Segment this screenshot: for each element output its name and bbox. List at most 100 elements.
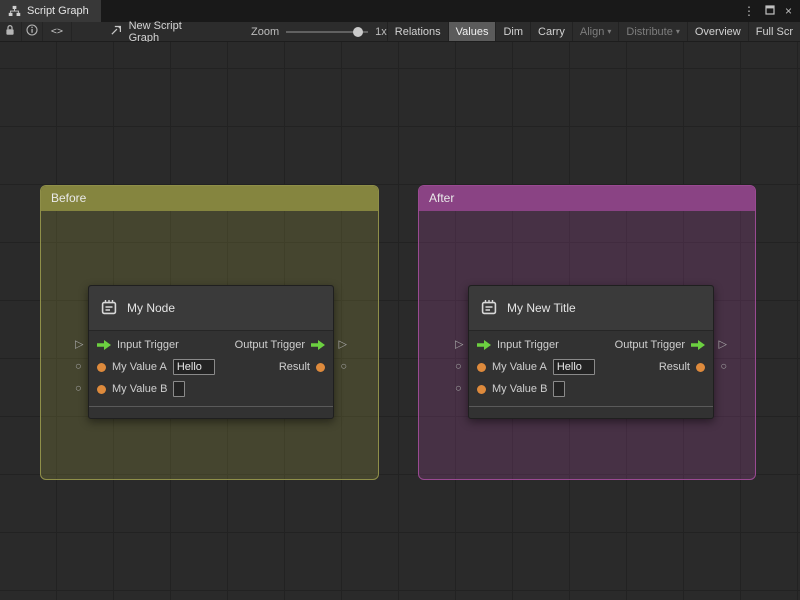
close-icon[interactable]: × (785, 5, 792, 17)
external-value-port-left[interactable]: ○ (455, 383, 462, 395)
node-title: My Node (127, 301, 176, 315)
values-label: Values (455, 25, 489, 38)
unit-icon (480, 298, 498, 319)
input-trigger-label: Input Trigger (117, 339, 179, 351)
result-label: Result (278, 361, 310, 373)
align-button[interactable]: Align ▾ (571, 22, 618, 41)
node-ports: ▷ ▷ Input Trigger Output Trigger ○ ○ My … (455, 331, 727, 406)
external-value-port-right[interactable]: ○ (340, 361, 347, 373)
zoom-control: Zoom 1x (251, 22, 387, 41)
window-controls: ⋮ × (743, 0, 800, 22)
overview-button[interactable]: Overview (686, 22, 748, 41)
group-header[interactable]: After (419, 186, 755, 211)
node-header[interactable]: My Node (89, 286, 333, 331)
zoom-slider[interactable] (286, 22, 369, 42)
toolbar-buttons: Relations Values Dim Carry Align ▾ Distr… (386, 22, 800, 41)
output-trigger-icon[interactable] (691, 340, 705, 350)
port-row-value-a: ○ ○ My Value A Result (455, 356, 727, 378)
external-value-port-left[interactable]: ○ (75, 383, 82, 395)
port-row-value-b: ○ My Value B (75, 378, 325, 400)
external-value-port-right[interactable]: ○ (720, 361, 727, 373)
values-button[interactable]: Values (447, 22, 496, 41)
output-trigger-label: Output Trigger (614, 339, 685, 351)
value-b-label: My Value B (112, 383, 168, 395)
carry-label: Carry (538, 25, 565, 38)
value-port-icon[interactable] (477, 384, 486, 394)
distribute-label: Distribute (626, 25, 673, 38)
value-a-input[interactable] (552, 359, 595, 375)
info-icon (26, 24, 38, 39)
external-trigger-port-right[interactable]: ▷ (719, 339, 727, 351)
value-port-icon[interactable] (97, 384, 106, 394)
menu-kebab-icon[interactable]: ⋮ (743, 5, 755, 17)
group-title: After (429, 191, 455, 205)
dim-label: Dim (503, 25, 524, 38)
fullscreen-label: Full Scr (755, 25, 793, 38)
result-label: Result (658, 361, 690, 373)
lock-icon (4, 24, 16, 39)
carry-button[interactable]: Carry (530, 22, 572, 41)
distribute-button[interactable]: Distribute ▾ (618, 22, 686, 41)
relations-button[interactable]: Relations (386, 22, 448, 41)
external-trigger-port-left[interactable]: ▷ (455, 339, 463, 351)
port-row-value-a: ○ ○ My Value A Result (75, 356, 347, 378)
port-row-value-b: ○ My Value B (455, 378, 705, 400)
graph-canvas[interactable]: Before My Node ▷ ▷ Input Trigger Output … (0, 42, 800, 600)
node-ports: ▷ ▷ Input Trigger Output Trigger ○ ○ My … (75, 331, 347, 406)
zoom-value: 1x (375, 25, 387, 38)
group-header[interactable]: Before (41, 186, 378, 211)
node-my-node[interactable]: My Node ▷ ▷ Input Trigger Output Trigger (75, 285, 347, 419)
external-trigger-port-right[interactable]: ▷ (339, 339, 347, 351)
graph-breadcrumb[interactable]: New Script Graph (98, 19, 209, 44)
graph-name-label: New Script Graph (128, 19, 182, 44)
value-b-input[interactable] (173, 381, 186, 397)
node-footer (89, 406, 333, 418)
output-trigger-label: Output Trigger (234, 339, 305, 351)
value-port-icon[interactable] (97, 362, 106, 372)
node-title: My New Title (507, 301, 576, 315)
external-value-port-left[interactable]: ○ (75, 361, 82, 373)
zoom-label: Zoom (251, 25, 280, 38)
group-title: Before (51, 191, 87, 205)
group-after[interactable]: After My New Title ▷ ▷ Input Trigger Out… (418, 185, 756, 480)
fullscreen-button[interactable]: Full Scr (747, 22, 800, 41)
overview-label: Overview (694, 25, 741, 38)
port-row-triggers: ▷ ▷ Input Trigger Output Trigger (75, 334, 347, 356)
external-trigger-port-left[interactable]: ▷ (75, 339, 83, 351)
tab-script-graph[interactable]: Script Graph (0, 0, 101, 22)
node-header[interactable]: My New Title (469, 286, 713, 331)
port-row-triggers: ▷ ▷ Input Trigger Output Trigger (455, 334, 727, 356)
value-b-input[interactable] (553, 381, 566, 397)
script-graph-icon (8, 5, 21, 17)
group-before[interactable]: Before My Node ▷ ▷ Input Trigger Output … (40, 185, 379, 480)
code-view-button[interactable]: <> (43, 22, 72, 41)
relations-label: Relations (394, 25, 441, 38)
output-trigger-icon[interactable] (311, 340, 325, 350)
maximize-icon[interactable] (765, 5, 775, 17)
chevron-down-icon: ▾ (675, 27, 680, 36)
unit-icon (100, 298, 118, 319)
inspector-button[interactable] (22, 22, 44, 41)
result-port-icon[interactable] (316, 362, 325, 372)
value-b-label: My Value B (492, 383, 548, 395)
node-footer (469, 406, 713, 418)
value-a-label: My Value A (112, 361, 167, 373)
tab-label: Script Graph (27, 5, 89, 17)
align-label: Align (579, 25, 605, 38)
value-a-input[interactable] (172, 359, 215, 375)
value-port-icon[interactable] (477, 362, 486, 372)
zoom-slider-handle[interactable] (353, 26, 364, 37)
toolbar: <> New Script Graph Zoom 1x Relations Va… (0, 19, 800, 44)
result-port-icon[interactable] (696, 362, 705, 372)
lock-button[interactable] (0, 22, 22, 41)
input-trigger-icon[interactable] (477, 340, 491, 350)
input-trigger-icon[interactable] (97, 340, 111, 350)
chevron-down-icon: ▾ (607, 27, 612, 36)
node-my-new-title[interactable]: My New Title ▷ ▷ Input Trigger Output Tr… (455, 285, 727, 419)
value-a-label: My Value A (492, 361, 547, 373)
code-icon: <> (50, 26, 63, 37)
dim-button[interactable]: Dim (495, 22, 530, 41)
graph-asset-icon (110, 24, 123, 39)
external-value-port-left[interactable]: ○ (455, 361, 462, 373)
input-trigger-label: Input Trigger (497, 339, 559, 351)
